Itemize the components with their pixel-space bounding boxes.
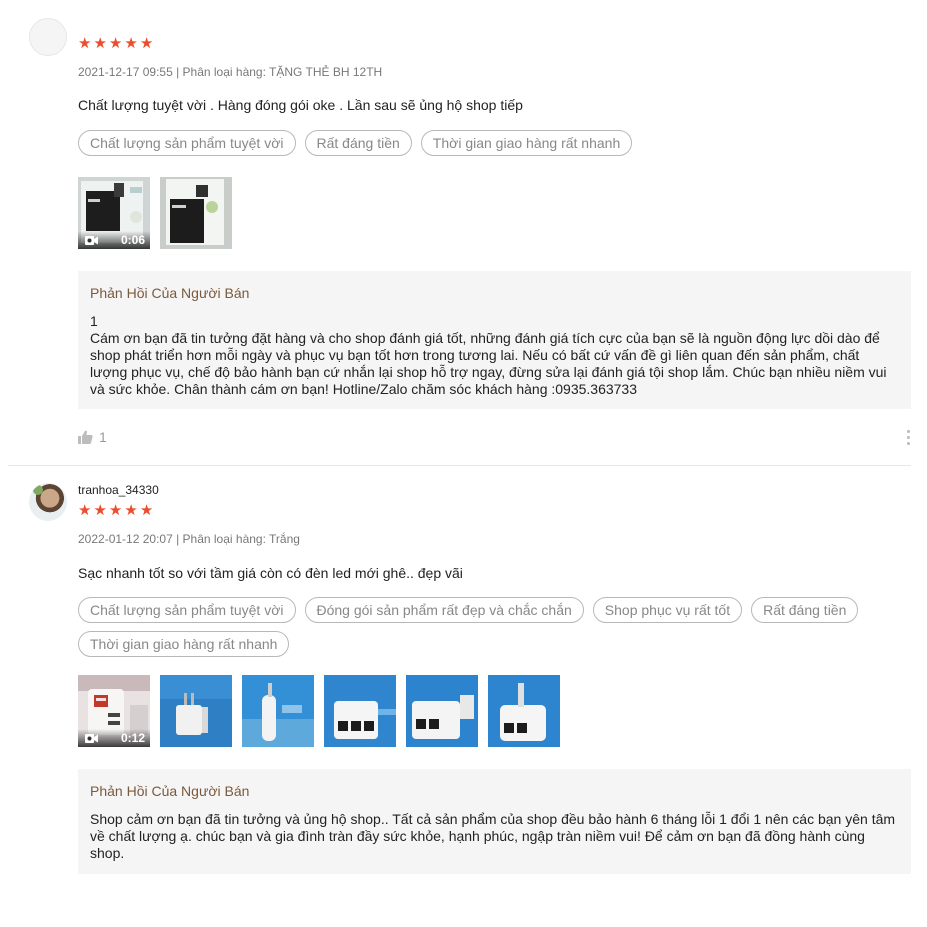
review-tag: Rất đáng tiền <box>751 597 859 623</box>
star-icon: ★ <box>124 35 138 52</box>
like-count: 1 <box>99 429 107 445</box>
product-image <box>488 675 560 747</box>
review-item: tranhoa_34330 ★ ★ ★ ★ ★ 2022-01-12 20:07… <box>0 466 927 927</box>
star-icon: ★ <box>124 502 138 519</box>
star-icon: ★ <box>108 35 123 52</box>
product-image <box>406 675 478 747</box>
product-image <box>160 177 232 249</box>
image-thumbnail[interactable] <box>160 177 232 249</box>
product-image <box>324 675 396 747</box>
video-overlay: 0:06 <box>78 231 150 249</box>
review-tag: Thời gian giao hàng rất nhanh <box>78 631 290 657</box>
seller-reply: Phản Hồi Của Người Bán Shop cảm ơn bạn đ… <box>78 769 911 874</box>
image-thumbnail[interactable] <box>488 675 560 747</box>
avatar[interactable] <box>29 18 67 56</box>
video-camera-icon <box>85 733 98 743</box>
image-thumbnail[interactable] <box>160 675 232 747</box>
rating-stars: ★ ★ ★ ★ ★ <box>78 36 153 51</box>
review-tags: Chất lượng sản phẩm tuyệt vời Đóng gói s… <box>78 597 898 657</box>
rating-stars: ★ ★ ★ ★ ★ <box>78 503 153 518</box>
review-comment: Sạc nhanh tốt so với tầm giá còn có đèn … <box>78 565 463 581</box>
review-tag: Shop phục vụ rất tốt <box>592 597 743 623</box>
star-icon: ★ <box>93 35 107 52</box>
image-thumbnail[interactable] <box>406 675 478 747</box>
star-icon: ★ <box>139 35 154 52</box>
seller-reply: Phản Hồi Của Người Bán 1 Cám ơn bạn đã t… <box>78 271 911 409</box>
review-item: ★ ★ ★ ★ ★ 2021-12-17 09:55 | Phân loại h… <box>0 0 927 466</box>
thumbs-up-icon <box>78 430 93 444</box>
product-image <box>242 675 314 747</box>
review-tag: Đóng gói sản phẩm rất đẹp và chắc chắn <box>304 597 584 623</box>
review-tag: Chất lượng sản phẩm tuyệt vời <box>78 130 296 156</box>
review-tag: Thời gian giao hàng rất nhanh <box>420 130 633 156</box>
product-image <box>160 675 232 747</box>
star-icon: ★ <box>108 502 123 519</box>
seller-reply-body: Shop cảm ơn bạn đã tin tưởng và ủng hộ s… <box>90 811 896 861</box>
review-comment: Chất lượng tuyệt vời . Hàng đóng gói oke… <box>78 97 523 113</box>
star-icon: ★ <box>93 502 107 519</box>
image-thumbnail[interactable] <box>324 675 396 747</box>
seller-reply-title: Phản Hồi Của Người Bán <box>90 783 250 799</box>
star-icon: ★ <box>78 502 92 519</box>
star-icon: ★ <box>139 502 154 519</box>
seller-reply-body: 1 Cám ơn bạn đã tin tưởng đặt hàng và ch… <box>90 313 887 397</box>
image-thumbnail[interactable] <box>242 675 314 747</box>
video-thumbnail[interactable]: 0:06 <box>78 177 150 249</box>
avatar[interactable] <box>29 483 67 521</box>
review-meta: 2021-12-17 09:55 | Phân loại hàng: TẶNG … <box>78 65 383 79</box>
review-media: 0:12 <box>78 675 560 747</box>
review-tag: Chất lượng sản phẩm tuyệt vời <box>78 597 296 623</box>
star-icon: ★ <box>78 35 92 52</box>
more-options-icon[interactable] <box>905 430 911 445</box>
review-meta: 2022-01-12 20:07 | Phân loại hàng: Trắng <box>78 532 300 546</box>
video-thumbnail[interactable]: 0:12 <box>78 675 150 747</box>
reviewer-username[interactable]: tranhoa_34330 <box>78 483 159 497</box>
review-tags: Chất lượng sản phẩm tuyệt vời Rất đáng t… <box>78 130 898 156</box>
video-overlay: 0:12 <box>78 729 150 747</box>
review-media: 0:06 <box>78 177 232 249</box>
like-button[interactable]: 1 <box>78 429 107 445</box>
video-camera-icon <box>85 235 98 245</box>
video-duration: 0:06 <box>120 233 145 247</box>
seller-reply-title: Phản Hồi Của Người Bán <box>90 285 250 301</box>
review-tag: Rất đáng tiền <box>304 130 412 156</box>
video-duration: 0:12 <box>120 731 145 745</box>
